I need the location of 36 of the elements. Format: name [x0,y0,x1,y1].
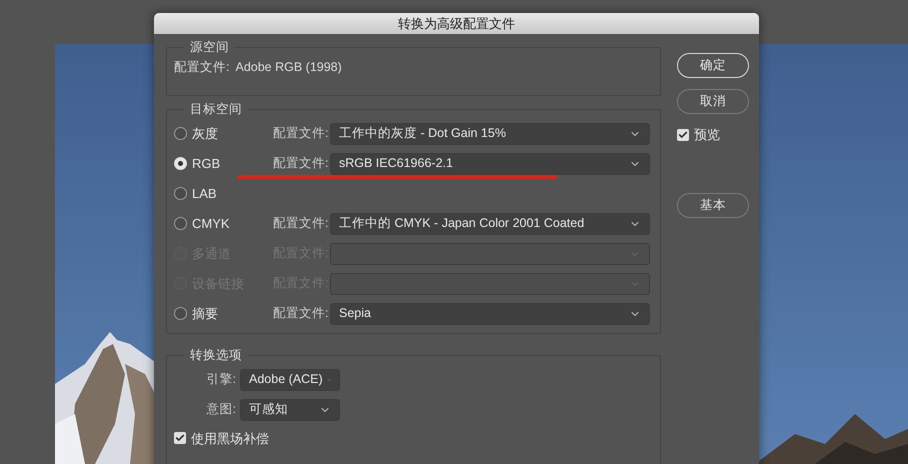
radio-label: RGB [192,155,220,173]
dialog-button[interactable]: 基本 [677,192,749,218]
checkbox[interactable] [677,128,689,141]
radio-label: 摘要 [192,305,218,323]
radio-button[interactable] [174,307,187,320]
radio-label: LAB [192,185,217,203]
group-title: 目标空间 [189,101,243,118]
check-icon [175,433,185,444]
profile-dropdown[interactable]: 工作中的灰度 - Dot Gain 15% [330,122,650,145]
profile-label: 配置文件: [273,125,330,142]
radio-label: CMYK [192,215,230,233]
profile-dropdown[interactable]: sRGB IEC61966-2.1 [330,152,650,175]
group-title: 转换选项 [189,346,243,364]
profile-label: 配置文件: [273,215,330,232]
profile-label: 配置文件: [174,58,230,76]
radio-button[interactable] [174,187,187,200]
profile-dropdown[interactable]: Sepia [330,302,650,325]
profile-label: 配置文件: [273,305,330,322]
profile-label: 配置文件: [273,155,330,172]
profile-dropdown[interactable]: Adobe (ACE) [240,368,340,390]
profile-dropdown[interactable]: 工作中的 CMYK - Japan Color 2001 Coated [330,212,650,235]
checkbox-label: 预览 [694,126,720,144]
profile-dropdown[interactable]: 可感知 [240,398,340,420]
radio-button[interactable] [174,217,187,230]
field-label: 意图: [206,401,237,418]
dialog-button[interactable]: 确定 [677,53,749,78]
profile-value: Adobe RGB (1998) [235,58,342,76]
field-label: 引擎: [206,371,237,388]
check-icon [678,130,688,140]
checkbox[interactable] [174,432,186,444]
dialog-button[interactable]: 取消 [677,89,749,114]
group-title: 源空间 [189,39,230,56]
radio-label: 灰度 [192,125,218,143]
window-title: 转换为高级配置文件 [154,13,759,34]
checkbox-label: 使用黑场补偿 [191,430,269,448]
radio-button[interactable] [174,127,187,140]
